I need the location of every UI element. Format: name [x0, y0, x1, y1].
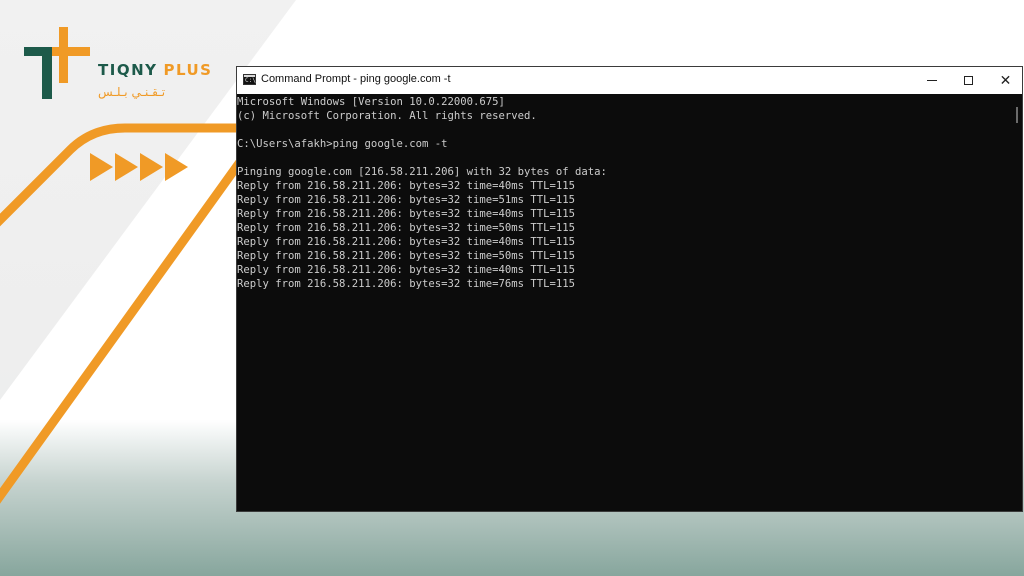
console-line: Reply from 216.58.211.206: bytes=32 time… [237, 180, 576, 192]
console-line: Pinging google.com [216.58.211.206] with… [237, 166, 607, 178]
close-button[interactable]: ✕ [987, 67, 1024, 94]
console-line: Reply from 216.58.211.206: bytes=32 time… [237, 250, 576, 262]
console-line: Microsoft Windows [Version 10.0.22000.67… [237, 96, 505, 108]
window-title: Command Prompt - ping google.com -t [261, 73, 451, 85]
window-titlebar[interactable]: C:\ Command Prompt - ping google.com -t … [237, 67, 1022, 94]
logo-plus-text: PLUS [163, 61, 213, 79]
cmd-icon: C:\ [243, 74, 256, 85]
logo-arabic-text: تـقـنـي بـلـس [98, 85, 166, 99]
vertical-scrollbar[interactable] [1016, 107, 1018, 123]
maximize-icon [964, 76, 973, 85]
brand-logo: TIQNY PLUS تـقـنـي بـلـس [22, 25, 211, 105]
logo-latin-text: TIQNY [98, 61, 158, 79]
console-line: (c) Microsoft Corporation. All rights re… [237, 110, 537, 122]
arrow-triangle-2 [115, 153, 138, 181]
maximize-button[interactable] [950, 67, 987, 94]
console-line: Reply from 216.58.211.206: bytes=32 time… [237, 278, 576, 290]
minimize-button[interactable] [913, 67, 950, 94]
console-line: Reply from 216.58.211.206: bytes=32 time… [237, 236, 576, 248]
minimize-icon [926, 80, 937, 81]
logo-wordmark: TIQNY PLUS [98, 61, 213, 79]
cmd-icon-text: C:\ [245, 77, 256, 84]
console-line: Reply from 216.58.211.206: bytes=32 time… [237, 208, 576, 220]
console-output[interactable]: Microsoft Windows [Version 10.0.22000.67… [237, 94, 1010, 511]
close-icon: ✕ [999, 72, 1012, 89]
console-line: C:\Users\afakh>ping google.com -t [237, 138, 448, 150]
orange-band-outline [0, 123, 257, 504]
console-line: Reply from 216.58.211.206: bytes=32 time… [237, 194, 576, 206]
console-line: Reply from 216.58.211.206: bytes=32 time… [237, 222, 576, 234]
logo-t-plus-icon [24, 27, 90, 99]
arrow-triangle-1 [90, 153, 113, 181]
console-line: Reply from 216.58.211.206: bytes=32 time… [237, 264, 576, 276]
command-prompt-window[interactable]: C:\ Command Prompt - ping google.com -t … [236, 66, 1023, 512]
arrow-triangle-3 [140, 153, 163, 181]
arrow-triangle-4 [165, 153, 188, 181]
